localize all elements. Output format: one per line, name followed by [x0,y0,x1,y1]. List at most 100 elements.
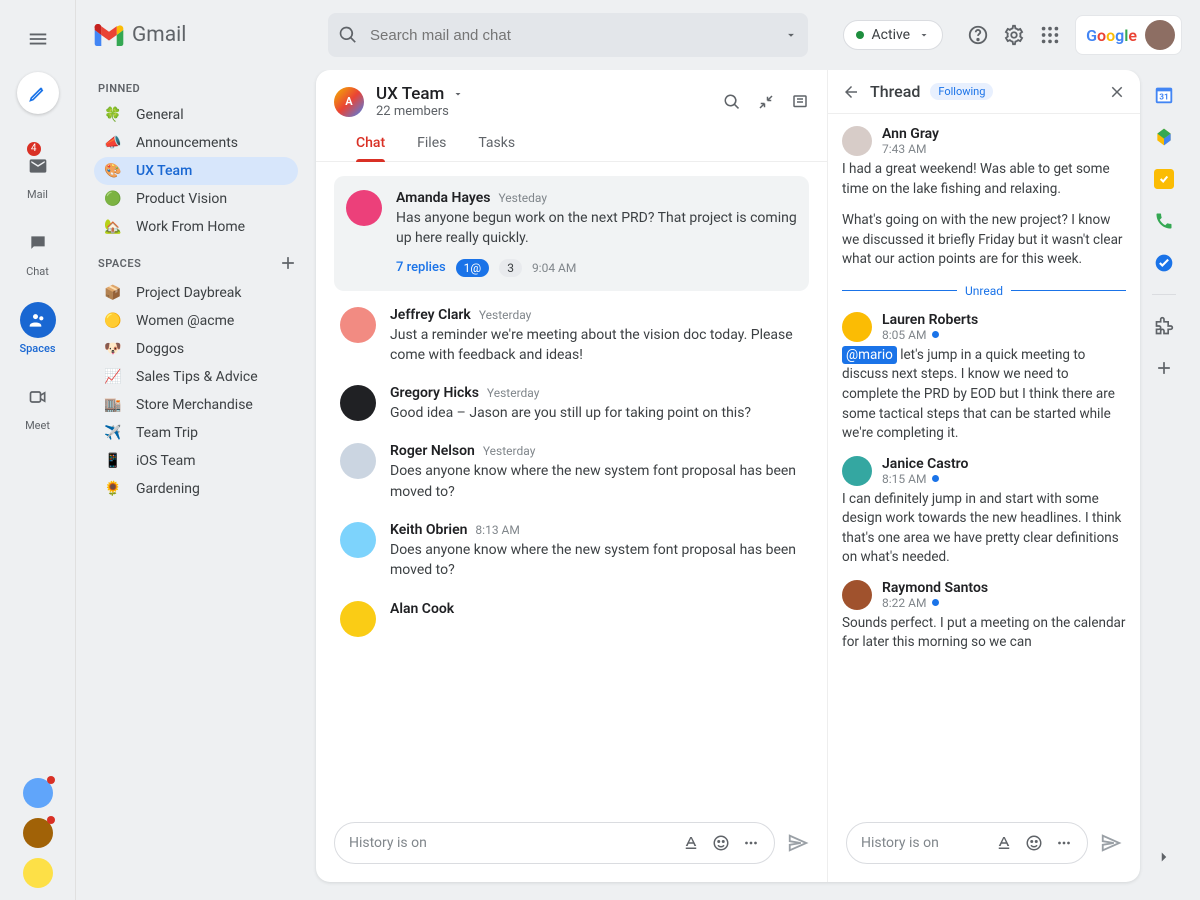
thread-message[interactable]: Janice Castro8:15 AM I can definitely ju… [842,450,1126,574]
get-addons-icon[interactable] [1153,357,1175,379]
thread-following-badge[interactable]: Following [930,83,993,100]
sidebar-item-store-merchandise[interactable]: 🏬Store Merchandise [94,391,298,419]
rail-chat-head-2[interactable] [23,818,53,848]
space-emoji-icon: 📱 [104,453,122,469]
keep-icon[interactable] [1153,126,1175,148]
rail-chat-head-1[interactable] [23,778,53,808]
apps-icon[interactable] [1039,24,1061,46]
reply-count-badge: 3 [499,259,522,277]
mention-chip[interactable]: @mario [842,346,897,364]
sidebar-item-team-trip[interactable]: ✈️Team Trip [94,419,298,447]
side-panel-divider [1152,294,1176,295]
format-icon[interactable] [995,834,1013,852]
message-text: Does anyone know where the new system fo… [390,461,803,502]
settings-icon[interactable] [1003,24,1025,46]
sidebar-item-gardening[interactable]: 🌻Gardening [94,475,298,503]
sidebar-item-women-acme[interactable]: 🟡 Women @acme [94,307,298,335]
addons-icon[interactable] [1153,315,1175,337]
emoji-icon[interactable] [1025,834,1043,852]
unread-label: Unread [965,284,1003,298]
tab-files[interactable]: Files [417,129,446,161]
sidebar-item-product-vision[interactable]: 🟢Product Vision [94,185,298,213]
sidebar-item-sales-tips-advice[interactable]: 📈Sales Tips & Advice [94,363,298,391]
message-text: Does anyone know where the new system fo… [390,540,803,581]
message[interactable]: Keith Obrien8:13 AMDoes anyone know wher… [334,512,809,591]
rail-chat-head-3[interactable] [23,858,53,888]
replies-link[interactable]: 7 replies [396,260,446,275]
rail-meet-label: Meet [25,419,50,432]
main-menu-button[interactable] [21,22,55,56]
close-icon[interactable] [1108,83,1126,101]
avatar [340,522,376,558]
avatar [340,443,376,479]
thread-compose-input[interactable]: History is on [846,822,1088,864]
add-space-icon[interactable] [278,253,298,273]
space-title: UX Team [376,84,444,104]
message-time: Yesterday [479,308,532,322]
account-switcher[interactable]: Google [1075,15,1182,55]
message[interactable]: Jeffrey ClarkYesterdayJust a reminder we… [334,297,809,376]
thread-time: 8:05 AM [882,328,978,342]
space-dropdown-icon[interactable] [452,88,464,100]
sidebar-item-label: Women @acme [136,313,234,329]
unread-dot [932,331,939,338]
calendar-icon[interactable]: 31 [1153,84,1175,106]
contacts-icon[interactable] [1153,210,1175,232]
avatar [842,456,872,486]
maps-icon[interactable] [1153,252,1175,274]
thread-message[interactable]: Raymond Santos8:22 AM Sounds perfect. I … [842,574,1126,659]
message[interactable]: Alan Cook [334,591,809,647]
rail-item-meet[interactable]: Meet [17,371,59,440]
message-list: Amanda Hayes Yesteday Has anyone begun w… [316,162,827,808]
support-icon[interactable] [967,24,989,46]
rail-item-chat[interactable]: Chat [17,217,59,286]
sidebar-item-work-from-home[interactable]: 🏡Work From Home [94,213,298,241]
thread-author: Janice Castro [882,456,968,472]
brand[interactable]: Gmail [94,23,304,47]
status-label: Active [872,27,911,43]
space-emoji-icon: 🍀 [104,107,122,123]
thread-text: I had a great weekend! Was able to get s… [842,160,1126,199]
rail-item-mail[interactable]: 4 Mail [17,140,59,209]
thread-message[interactable]: Lauren Roberts8:05 AM @mario let's jump … [842,306,1126,450]
thread-message: Ann Gray 7:43 AM I had a great weekend! … [842,120,1126,276]
emoji-icon[interactable] [712,834,730,852]
compose-button[interactable] [17,72,59,114]
compose-input[interactable]: History is on [334,822,775,864]
tasks-icon[interactable] [1153,168,1175,190]
send-icon[interactable] [787,832,809,854]
sidebar-item-ux-team[interactable]: 🎨UX Team [94,157,298,185]
back-icon[interactable] [842,83,860,101]
message-time: Yesterday [487,386,540,400]
sidebar-item-ios-team[interactable]: 📱iOS Team [94,447,298,475]
expand-panel-icon[interactable] [1153,846,1175,868]
profile-avatar[interactable] [1145,20,1175,50]
format-icon[interactable] [682,834,700,852]
sidebar-item-announcements[interactable]: 📣Announcements [94,129,298,157]
tab-chat[interactable]: Chat [356,129,385,161]
search-bar[interactable] [328,13,808,57]
more-icon[interactable] [1055,834,1073,852]
collapse-icon[interactable] [757,93,775,111]
sidebar-item-label: Sales Tips & Advice [136,369,258,385]
more-icon[interactable] [742,834,760,852]
message[interactable]: Gregory HicksYesterdayGood idea – Jason … [334,375,809,433]
sidebar-item-general[interactable]: 🍀General [94,101,298,129]
compose-hint: History is on [349,835,670,851]
sidebar-item-project-daybreak[interactable]: 📦Project Daybreak [94,279,298,307]
thread-list-icon[interactable] [791,93,809,111]
avatar [842,126,872,156]
space-search-icon[interactable] [723,93,741,111]
search-input[interactable] [370,27,772,44]
sidebar-item-doggos[interactable]: 🐶Doggos [94,335,298,363]
space-emoji-icon: 🟡 [104,313,122,329]
tab-tasks[interactable]: Tasks [478,129,515,161]
thread-text: What's going on with the new project? I … [842,211,1126,270]
message[interactable]: Roger NelsonYesterdayDoes anyone know wh… [334,433,809,512]
rail-item-spaces[interactable]: Spaces [17,294,59,363]
status-chip[interactable]: Active [843,20,944,50]
send-icon[interactable] [1100,832,1122,854]
compose-row: History is on [316,808,827,882]
search-options-icon[interactable] [784,28,798,42]
highlighted-thread[interactable]: Amanda Hayes Yesteday Has anyone begun w… [334,176,809,291]
